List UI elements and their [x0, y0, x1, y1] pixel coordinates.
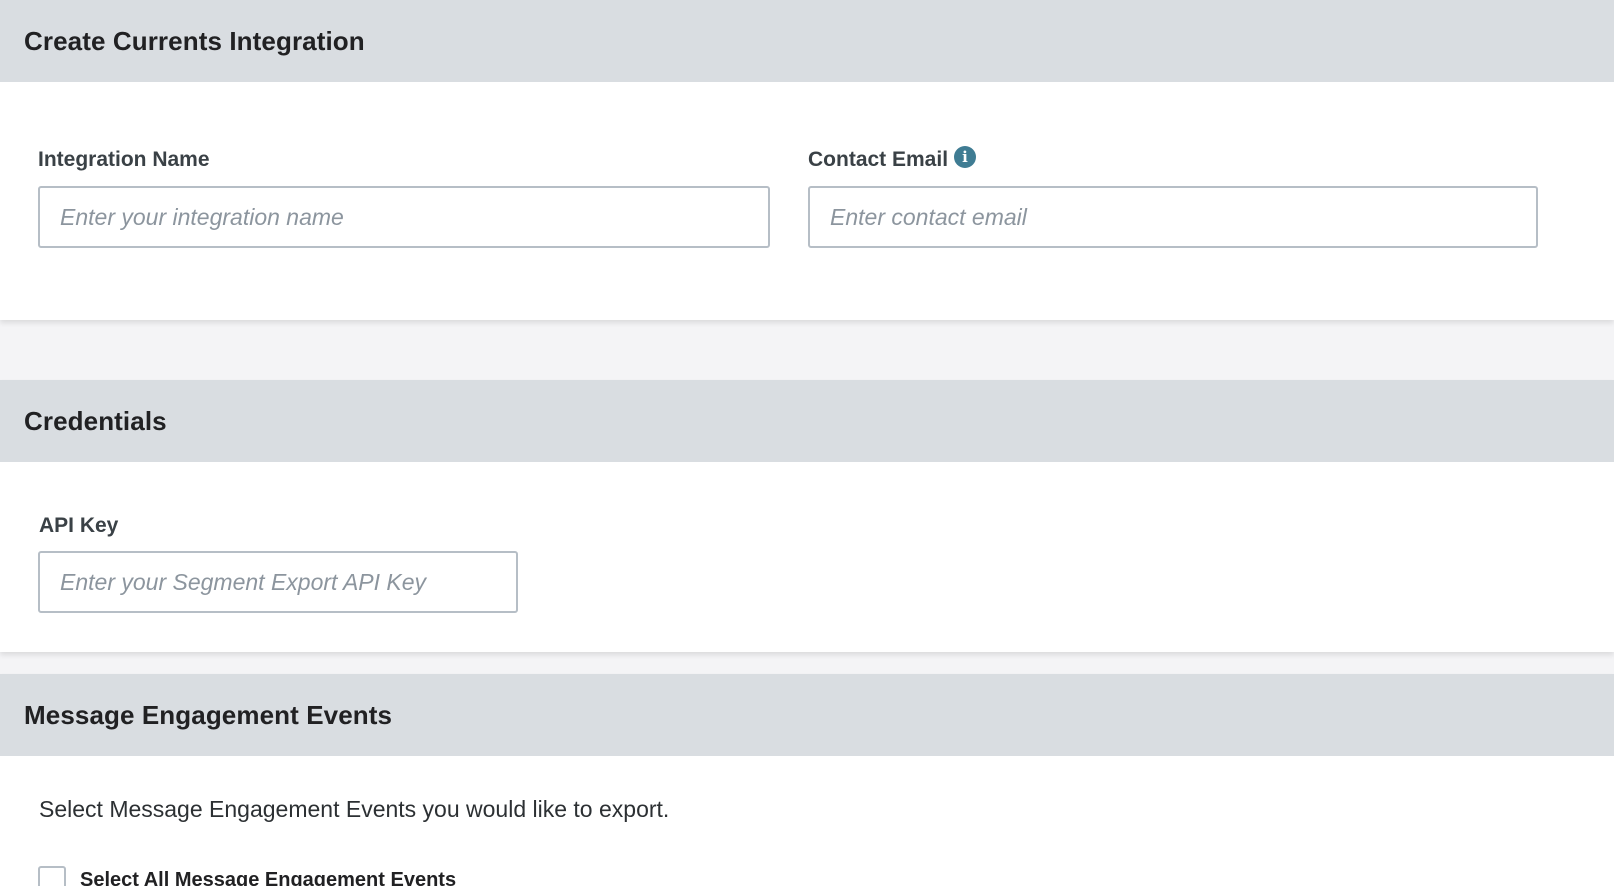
select-all-events-row[interactable]: Select All Message Engagement Events	[38, 866, 456, 886]
api-key-label: API Key	[39, 514, 118, 538]
page: Create Currents Integration Integration …	[0, 0, 1614, 886]
api-key-input[interactable]	[38, 551, 518, 613]
contact-email-input[interactable]	[808, 186, 1538, 248]
api-key-label-text: API Key	[39, 514, 119, 537]
contact-email-label-text: Contact Email	[808, 148, 949, 171]
message-engagement-events-section: Message Engagement Events Select Message…	[0, 674, 1614, 886]
integration-name-input[interactable]	[38, 186, 770, 248]
contact-email-label: Contact Email i	[808, 146, 977, 172]
section-title: Create Currents Integration	[24, 25, 365, 56]
section-header: Credentials	[0, 380, 1614, 462]
select-all-events-checkbox[interactable]	[38, 866, 66, 886]
select-all-events-label[interactable]: Select All Message Engagement Events	[80, 869, 456, 886]
section-title: Credentials	[24, 405, 167, 436]
section-header: Create Currents Integration	[0, 0, 1614, 82]
info-icon[interactable]: i	[954, 146, 977, 168]
create-integration-section: Create Currents Integration Integration …	[0, 0, 1614, 320]
integration-name-label-text: Integration Name	[38, 148, 210, 171]
events-description: Select Message Engagement Events you wou…	[39, 796, 670, 822]
credentials-section: Credentials API Key	[0, 380, 1614, 652]
integration-name-label: Integration Name	[38, 148, 210, 172]
section-header: Message Engagement Events	[0, 674, 1614, 756]
section-title: Message Engagement Events	[24, 699, 393, 730]
